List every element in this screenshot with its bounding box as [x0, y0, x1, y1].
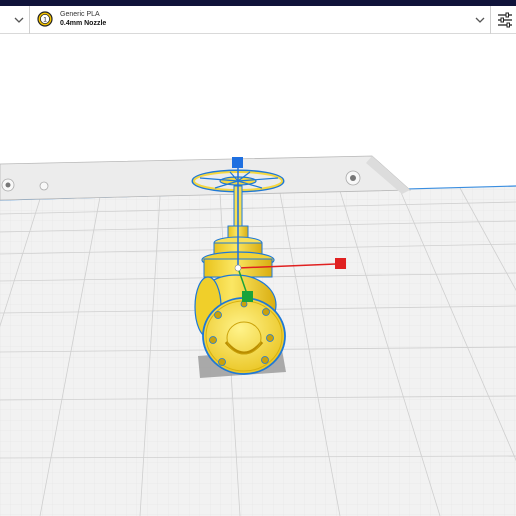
z-axis-handle[interactable] — [232, 157, 243, 168]
gizmo-origin — [234, 264, 242, 272]
material-selector[interactable]: 1 Generic PLA 0.4mm Nozzle — [30, 6, 490, 34]
extruder-number: 1 — [43, 17, 47, 24]
chevron-down-icon[interactable] — [12, 13, 26, 27]
extruder-icon: 1 — [37, 11, 53, 27]
y-axis-handle[interactable] — [242, 291, 253, 302]
toolbar-header: 1 Generic PLA 0.4mm Nozzle — [0, 6, 516, 34]
chevron-down-icon[interactable] — [473, 13, 487, 27]
3d-viewport[interactable] — [0, 34, 516, 516]
material-name: Generic PLA — [60, 11, 100, 18]
divider — [490, 6, 491, 34]
x-axis-handle[interactable] — [335, 258, 346, 269]
sliders-icon — [498, 12, 512, 28]
nozzle-size: 0.4mm Nozzle — [60, 20, 107, 27]
print-settings-button[interactable] — [494, 8, 516, 32]
